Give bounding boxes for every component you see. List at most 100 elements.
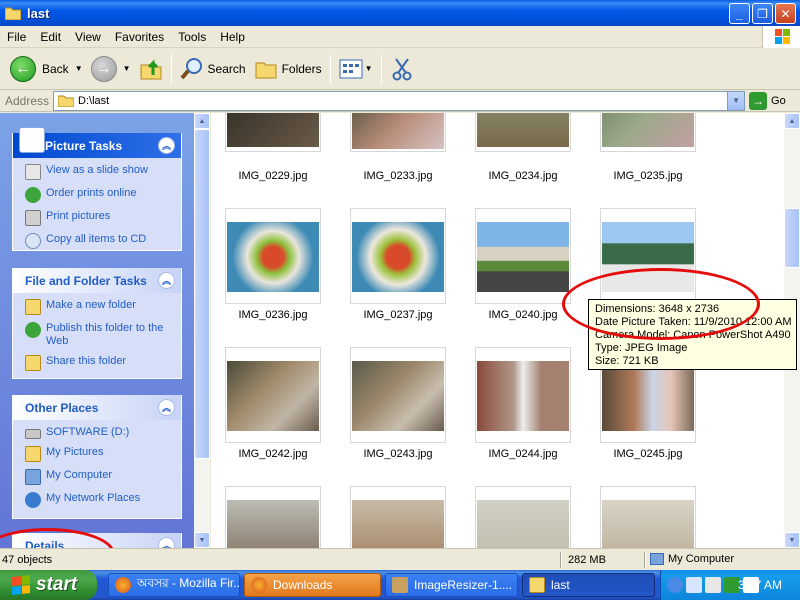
file-name[interactable]: IMG_0245.jpg xyxy=(583,448,713,460)
picture-tasks-header[interactable]: Picture Tasks ︽ xyxy=(13,127,181,158)
cut-button[interactable] xyxy=(386,51,418,87)
thumbnail-item[interactable] xyxy=(600,113,696,152)
taskbar-item-last[interactable]: last xyxy=(522,573,655,597)
menu-help[interactable]: Help xyxy=(213,30,252,44)
menu-edit[interactable]: Edit xyxy=(33,30,68,44)
location-indicator: My Computer xyxy=(650,553,734,565)
collapse-icon[interactable]: ︽ xyxy=(158,537,175,548)
task-copy-to-cd[interactable]: Copy all items to CD xyxy=(25,233,181,249)
forward-button[interactable]: → ▼ xyxy=(87,51,135,87)
volume-icon[interactable] xyxy=(705,577,721,593)
file-name[interactable]: IMG_0244.jpg xyxy=(458,448,588,460)
thumbnail-item[interactable] xyxy=(475,113,571,152)
installer-icon xyxy=(392,577,408,593)
back-button[interactable]: ← Back ▼ xyxy=(6,51,87,87)
folder-icon xyxy=(5,7,21,20)
menu-bar: File Edit View Favorites Tools Help xyxy=(0,26,800,48)
place-network[interactable]: My Network Places xyxy=(25,492,181,508)
thumbnail-item[interactable] xyxy=(225,208,321,304)
task-share-folder[interactable]: Share this folder xyxy=(25,355,181,371)
address-label: Address xyxy=(5,93,50,108)
go-button[interactable]: → Go xyxy=(749,91,786,110)
address-dropdown-button[interactable]: ▼ xyxy=(727,91,745,110)
thumbnail-item[interactable] xyxy=(225,486,321,548)
task-publish-web[interactable]: Publish this folder to the Web xyxy=(25,322,181,348)
maximize-button[interactable]: ❐ xyxy=(752,3,773,24)
file-name[interactable]: IMG_0233.jpg xyxy=(333,170,463,182)
computer-icon xyxy=(25,469,41,485)
cd-icon xyxy=(25,233,41,249)
thumbnail-item[interactable] xyxy=(475,486,571,548)
thumbnail-item[interactable] xyxy=(350,486,446,548)
thumbnail-item[interactable] xyxy=(475,208,571,304)
close-button[interactable]: ✕ xyxy=(775,3,796,24)
scroll-up-icon[interactable]: ▲ xyxy=(784,113,800,129)
other-places-header[interactable]: Other Places ︽ xyxy=(13,395,181,420)
collapse-icon[interactable]: ︽ xyxy=(158,137,175,154)
network-icon[interactable] xyxy=(686,577,702,593)
up-folder-button[interactable] xyxy=(135,51,167,87)
file-name[interactable]: IMG_0242.jpg xyxy=(211,448,338,460)
views-button[interactable]: ▼ xyxy=(335,51,377,87)
thumbnail-item[interactable] xyxy=(600,208,696,304)
task-pane-scrollbar[interactable]: ▲ ▼ xyxy=(194,113,210,548)
file-name[interactable]: IMG_0236.jpg xyxy=(211,309,338,321)
folders-icon xyxy=(255,62,277,78)
collapse-icon[interactable]: ︽ xyxy=(158,399,175,416)
taskbar-item-imageresizer[interactable]: ImageResizer-1.... xyxy=(385,573,518,597)
folders-button[interactable]: Folders xyxy=(250,51,326,87)
task-print-pictures[interactable]: Print pictures xyxy=(25,210,181,226)
views-icon xyxy=(339,59,363,78)
globe-icon xyxy=(25,187,41,203)
scroll-thumb[interactable] xyxy=(784,208,800,268)
task-slideshow[interactable]: View as a slide show xyxy=(25,164,181,180)
menu-file[interactable]: File xyxy=(0,30,33,44)
place-my-computer[interactable]: My Computer xyxy=(25,469,181,485)
taskbar-item-downloads[interactable]: Downloads xyxy=(244,573,381,597)
task-order-prints[interactable]: Order prints online xyxy=(25,187,181,203)
menu-favorites[interactable]: Favorites xyxy=(108,30,171,44)
file-name[interactable]: IMG_0229.jpg xyxy=(211,170,338,182)
thumbnail-item[interactable] xyxy=(350,208,446,304)
file-name[interactable]: IMG_0237.jpg xyxy=(333,309,463,321)
scroll-thumb[interactable] xyxy=(194,129,210,459)
thumbnail-item[interactable] xyxy=(350,113,446,152)
system-tray: 3:47 AM xyxy=(660,570,800,600)
file-name[interactable]: IMG_0243.jpg xyxy=(333,448,463,460)
folder-icon xyxy=(529,577,545,593)
file-folder-tasks-panel: File and Folder Tasks ︽ Make a new folde… xyxy=(12,268,182,379)
thumbnail-item[interactable] xyxy=(225,347,321,443)
address-input[interactable]: D:\last ▼ xyxy=(53,90,746,111)
menu-tools[interactable]: Tools xyxy=(171,30,213,44)
photo-thumbnail xyxy=(352,222,444,292)
firefox-icon xyxy=(115,577,131,593)
details-header[interactable]: Details ︽ xyxy=(13,533,181,548)
windows-logo-icon xyxy=(762,26,800,48)
file-name[interactable]: IMG_0235.jpg xyxy=(583,170,713,182)
place-my-pictures[interactable]: My Pictures xyxy=(25,446,181,462)
scroll-down-icon[interactable]: ▼ xyxy=(194,532,210,548)
file-name[interactable]: IMG_0240.jpg xyxy=(458,309,588,321)
scroll-up-icon[interactable]: ▲ xyxy=(194,113,210,129)
thumbnail-item[interactable] xyxy=(475,347,571,443)
file-info-tooltip: Dimensions: 3648 x 2736 Date Picture Tak… xyxy=(588,299,797,370)
file-folder-tasks-header[interactable]: File and Folder Tasks ︽ xyxy=(13,268,181,293)
folder-icon xyxy=(58,95,75,107)
file-name[interactable]: IMG_0234.jpg xyxy=(458,170,588,182)
network-icon xyxy=(25,492,41,508)
menu-view[interactable]: View xyxy=(68,30,108,44)
task-new-folder[interactable]: Make a new folder xyxy=(25,299,181,315)
toolbar: ← Back ▼ → ▼ Search Folders ▼ xyxy=(0,48,800,90)
thumbnail-item[interactable] xyxy=(225,113,321,152)
scroll-down-icon[interactable]: ▼ xyxy=(784,532,800,548)
tray-icon[interactable] xyxy=(667,577,683,593)
place-software-drive[interactable]: SOFTWARE (D:) xyxy=(25,426,181,439)
search-button[interactable]: Search xyxy=(176,51,250,87)
thumbnail-item[interactable] xyxy=(600,486,696,548)
start-button[interactable]: start xyxy=(0,570,97,600)
thumbnail-item[interactable] xyxy=(350,347,446,443)
taskbar-item-firefox[interactable]: অবসর - Mozilla Fir... xyxy=(108,573,240,597)
minimize-button[interactable]: _ xyxy=(729,3,750,24)
collapse-icon[interactable]: ︽ xyxy=(158,272,175,289)
slideshow-icon xyxy=(25,164,41,180)
